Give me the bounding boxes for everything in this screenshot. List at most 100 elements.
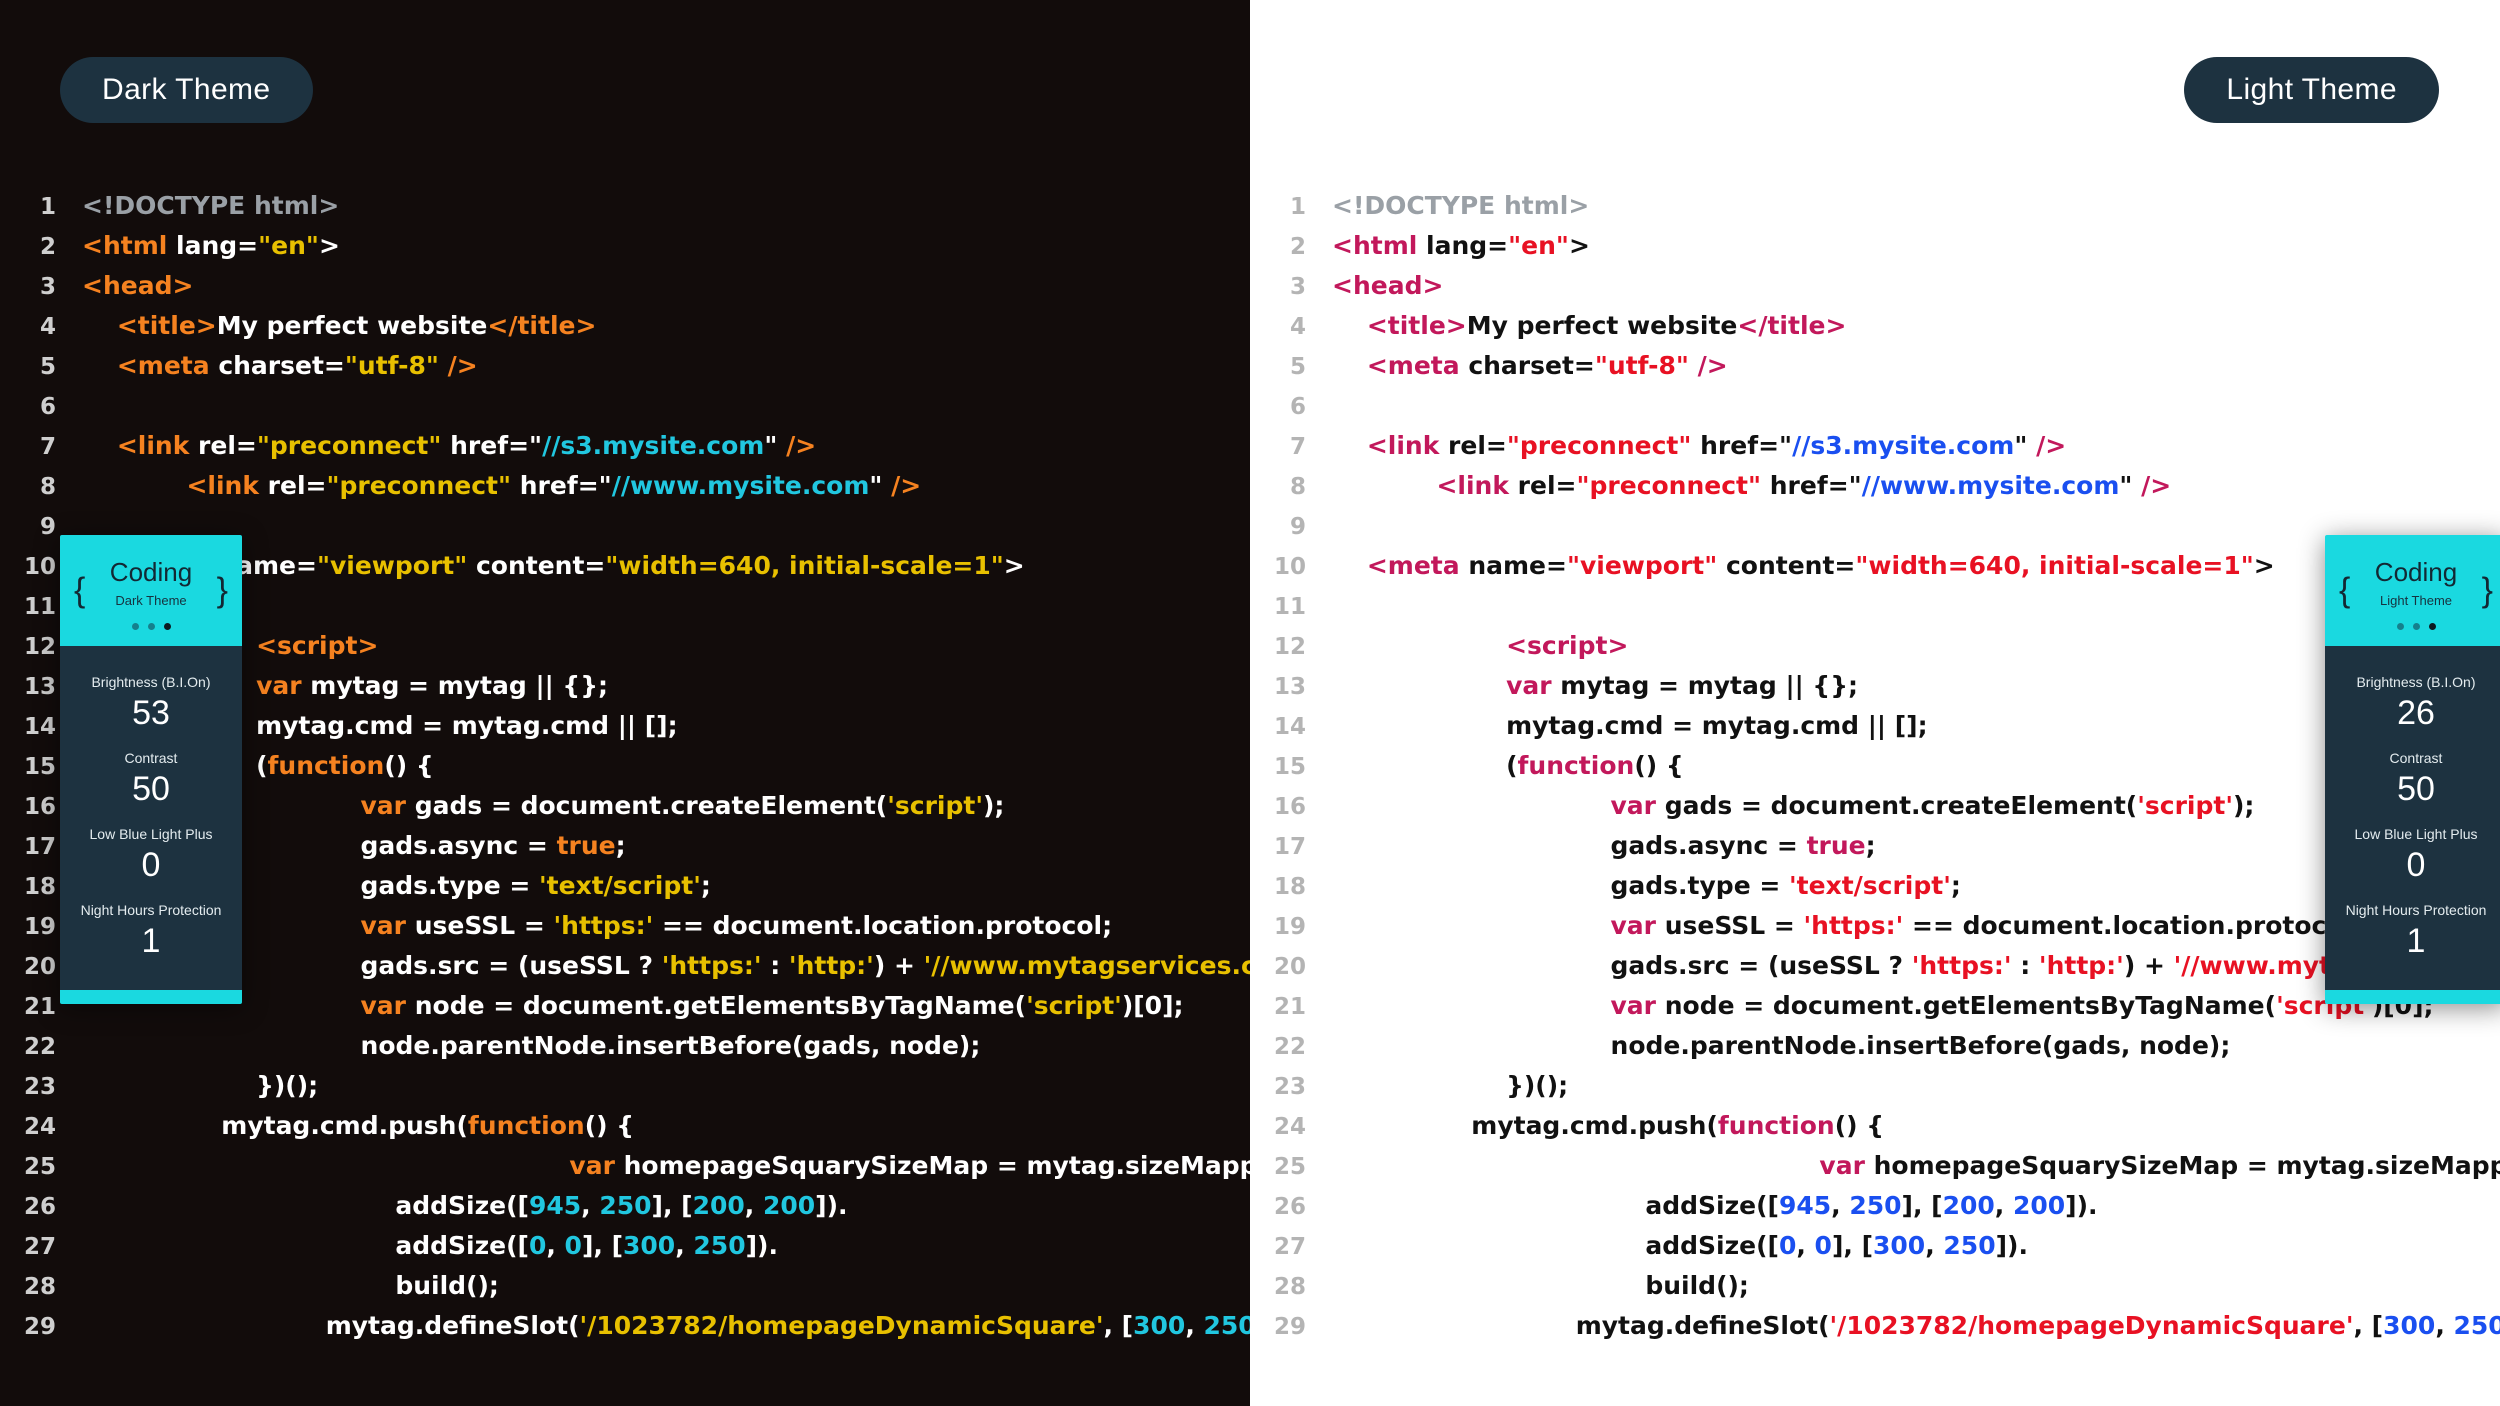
line-number: 22 [1273, 1034, 1306, 1060]
code-token-plain: ; [615, 831, 626, 860]
osd-setting-item[interactable]: Contrast 50 [2325, 740, 2500, 816]
osd-setting-item[interactable]: Low Blue Light Plus 0 [60, 816, 242, 892]
monitor-osd-widget-dark[interactable]: { } Coding Dark Theme Brightness (B.I.On… [60, 535, 242, 1004]
osd-dot-2[interactable] [2412, 623, 2420, 630]
code-line: 27 addSize([0, 0], [300, 250]). [1250, 1226, 2500, 1266]
code-token-plain: mytag.defineSlot( [1575, 1311, 1830, 1340]
code-token-plain: homepageSquarySizeMap = mytag.sizeMappin… [623, 1151, 1250, 1180]
brace-left-icon: { [2339, 571, 2351, 609]
code-token-plain: > [1568, 231, 1590, 260]
code-token-plain: ; [1950, 871, 1961, 900]
osd-dot-2[interactable] [147, 623, 155, 630]
line-number: 1 [1289, 194, 1306, 220]
code-token-tag: /> [891, 471, 922, 500]
code-line: 3 <head> [0, 266, 1250, 306]
code-token-plain: My perfect website [1466, 311, 1738, 340]
code-token-num: 250 [599, 1191, 652, 1220]
osd-setting-value: 53 [132, 694, 170, 732]
monitor-osd-widget-light[interactable]: { } Coding Light Theme Brightness (B.I.O… [2325, 535, 2500, 1004]
code-token-kw: var [1819, 1151, 1865, 1180]
code-token-str: "viewport" [1566, 551, 1718, 580]
line-number: 15 [1273, 754, 1306, 780]
code-token-sstr: 'http:' [788, 951, 874, 980]
code-token-plain: name= [1468, 551, 1567, 580]
code-token-plain: My perfect website [216, 311, 488, 340]
light-theme-button[interactable]: Light Theme [2184, 57, 2439, 123]
code-line-content: var gads = document.createElement('scrip… [1332, 791, 2255, 820]
code-token-plain: , [1185, 1311, 1204, 1340]
code-line-content: addSize([945, 250], [200, 200]). [1332, 1191, 2097, 1220]
line-number: 20 [23, 954, 56, 980]
code-token-plain: mytag.cmd = mytag.cmd || []; [256, 711, 678, 740]
code-line-content: <meta charset="utf-8" /> [82, 351, 478, 380]
code-token-plain: mytag.cmd.push( [221, 1111, 468, 1140]
code-token-plain: mytag = mytag || {}; [1551, 671, 1859, 700]
code-line-content: gads.type = 'text/script'; [1332, 871, 1961, 900]
code-token-sstr: 'https:' [1911, 951, 2012, 980]
code-token-tag: <link [116, 431, 199, 460]
code-token-tag: <meta [1366, 351, 1469, 380]
code-line: 27 addSize([0, 0], [300, 250]). [0, 1226, 1250, 1266]
osd-dot-3-active[interactable] [2428, 623, 2436, 630]
code-token-tag: <html [1332, 231, 1427, 260]
code-line: 18 gads.type = 'text/script'; [1250, 866, 2500, 906]
code-token-plain: addSize([ [395, 1191, 529, 1220]
code-token-plain: ], [ [1831, 1231, 1874, 1260]
code-token-tag: <script> [256, 631, 379, 660]
code-token-str: "en" [1508, 231, 1569, 260]
osd-setting-item[interactable]: Contrast 50 [60, 740, 242, 816]
code-token-plain: " [764, 431, 787, 460]
code-line-content: <link rel="preconnect" href="//s3.mysite… [1332, 431, 2066, 460]
code-line-content: <script> [1332, 631, 1628, 660]
line-number: 5 [39, 354, 56, 380]
code-token-plain: == document.location.protocol; [653, 911, 1113, 940]
code-token-plain: })(); [256, 1071, 319, 1100]
osd-page-dots-light[interactable] [2325, 623, 2500, 630]
code-token-plain: node.parentNode.insertBefore(gads, node)… [1610, 1031, 2231, 1060]
osd-setting-value: 1 [2406, 922, 2426, 960]
code-token-plain: ) + [873, 951, 924, 980]
code-token-str: "viewport" [316, 551, 468, 580]
code-line: 4 <title>My perfect website</title> [1250, 306, 2500, 346]
code-token-plain: mytag.defineSlot( [325, 1311, 580, 1340]
code-line-content: mytag.cmd.push(function() { [82, 1111, 634, 1140]
code-token-plain: () { [584, 1111, 635, 1140]
code-token-sstr: '/1023782/homepageDynamicSquare' [579, 1311, 1104, 1340]
code-token-plain: , [1994, 1191, 2013, 1220]
code-token-plain: gads.src = (useSSL ? [360, 951, 662, 980]
dark-theme-button[interactable]: Dark Theme [60, 57, 313, 123]
line-number: 17 [1273, 834, 1306, 860]
osd-page-dots-dark[interactable] [60, 623, 242, 630]
line-number: 2 [39, 234, 56, 260]
code-token-plain: , [675, 1231, 694, 1260]
code-token-plain: gads.type = [360, 871, 540, 900]
code-line-content: addSize([0, 0], [300, 250]). [1332, 1231, 2028, 1260]
code-line: 6 [1250, 386, 2500, 426]
code-token-kw: function [1517, 751, 1635, 780]
code-token-num: 200 [1942, 1191, 1995, 1220]
osd-setting-item[interactable]: Night Hours Protection 1 [2325, 892, 2500, 968]
osd-setting-item[interactable]: Night Hours Protection 1 [60, 892, 242, 968]
line-number: 4 [39, 314, 56, 340]
code-token-kw: function [267, 751, 385, 780]
osd-setting-label: Brightness (B.I.On) [2356, 674, 2476, 690]
osd-setting-item[interactable]: Low Blue Light Plus 0 [2325, 816, 2500, 892]
osd-setting-item[interactable]: Brightness (B.I.On) 53 [60, 664, 242, 740]
line-number: 10 [23, 554, 56, 580]
osd-title-light: Coding [2374, 557, 2458, 587]
code-line: 25 var homepageSquarySizeMap = mytag.siz… [0, 1146, 1250, 1186]
code-token-url: //s3.mysite.com [1792, 431, 2015, 460]
code-token-plain: content= [1717, 551, 1856, 580]
osd-dot-1[interactable] [131, 623, 139, 630]
osd-dot-3-active[interactable] [163, 623, 171, 630]
code-token-plain: , [1796, 1231, 1815, 1260]
code-token-tag: <head> [82, 271, 194, 300]
code-line-content: <meta charset="utf-8" /> [1332, 351, 1728, 380]
osd-dot-1[interactable] [2396, 623, 2404, 630]
code-token-kw: var [360, 991, 407, 1020]
code-token-num: 0 [564, 1231, 582, 1260]
code-token-plain: > [318, 231, 340, 260]
code-line: 2 <html lang="en"> [0, 226, 1250, 266]
osd-setting-value: 50 [2397, 770, 2435, 808]
osd-setting-item[interactable]: Brightness (B.I.On) 26 [2325, 664, 2500, 740]
